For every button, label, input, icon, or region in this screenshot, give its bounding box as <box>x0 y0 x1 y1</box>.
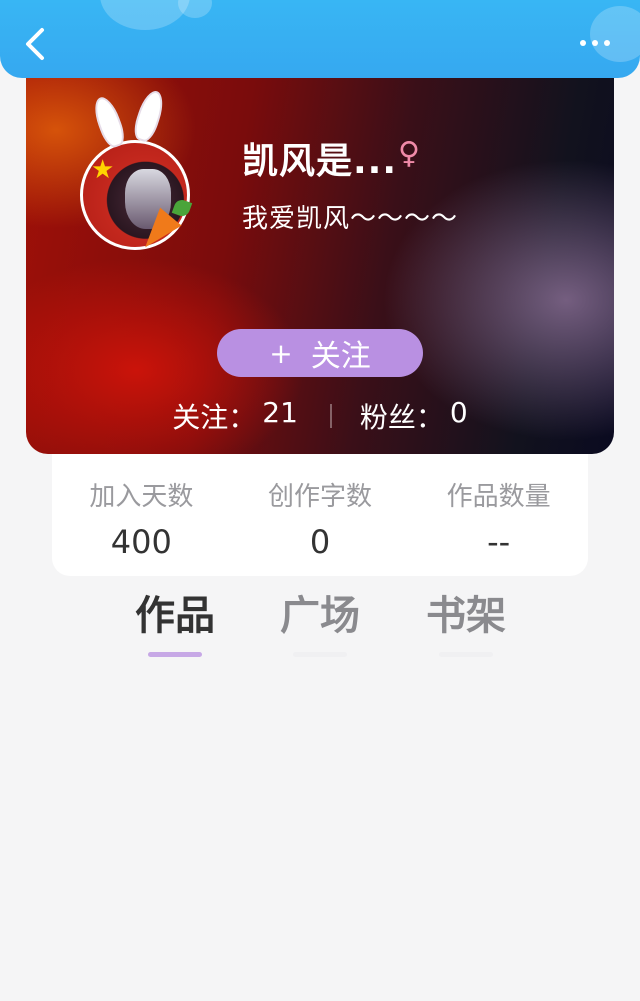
word-count-stat: 创作字数 0 <box>231 450 410 576</box>
user-stats-card: 加入天数 400 创作字数 0 作品数量 -- <box>52 450 588 576</box>
tab-bookshelf[interactable]: 书架 <box>406 588 526 657</box>
bunny-ear-decoration <box>89 93 129 151</box>
follow-button-label: 关注 <box>310 339 371 374</box>
works-count-label: 作品数量 <box>446 482 551 512</box>
back-button[interactable] <box>22 26 50 62</box>
avatar[interactable]: ★ <box>80 87 193 257</box>
bunny-ear-decoration <box>130 87 168 145</box>
profile-header-card: ★ 凯风是... ♀ 我爱凯风～～～～ + 关注 关注： 21 粉丝： 0 <box>26 70 614 454</box>
star-icon: ★ <box>91 155 115 185</box>
divider <box>329 404 332 428</box>
decor-bubble <box>590 6 640 62</box>
word-count-value: 0 <box>309 523 331 561</box>
fans-count: 0 <box>449 396 468 429</box>
follow-stats: 关注： 21 粉丝： 0 <box>26 396 614 436</box>
decor-bubble <box>178 0 212 18</box>
following-stat[interactable]: 关注： 21 <box>172 396 298 436</box>
more-options-button[interactable] <box>580 40 610 46</box>
tab-indicator <box>439 652 493 657</box>
works-count-value: -- <box>487 523 511 561</box>
decor-bubble <box>100 0 190 30</box>
username: 凯风是... <box>242 141 398 182</box>
fans-label: 粉丝： <box>359 401 444 434</box>
tab-square[interactable]: 广场 <box>260 588 380 657</box>
tab-indicator <box>293 652 347 657</box>
works-count-stat: 作品数量 -- <box>409 450 588 576</box>
following-label: 关注： <box>172 401 257 434</box>
follow-button[interactable]: + 关注 <box>217 329 423 377</box>
tab-square-label: 广场 <box>280 593 360 639</box>
female-gender-icon: ♀ <box>398 136 420 171</box>
join-days-stat: 加入天数 400 <box>52 450 231 576</box>
plus-icon: + <box>269 336 293 370</box>
join-days-value: 400 <box>110 523 172 561</box>
tab-works-label: 作品 <box>135 593 215 639</box>
user-bio: 我爱凯风～～～～ <box>242 204 459 234</box>
tab-bookshelf-label: 书架 <box>426 593 506 639</box>
tab-indicator <box>148 652 202 657</box>
tab-works[interactable]: 作品 <box>115 588 235 657</box>
content-tabs: 作品 广场 书架 <box>0 588 640 668</box>
chevron-left-icon <box>26 28 44 60</box>
join-days-label: 加入天数 <box>89 482 194 512</box>
top-bar <box>0 0 640 78</box>
more-horizontal-icon <box>580 40 586 46</box>
fans-stat[interactable]: 粉丝： 0 <box>360 396 468 436</box>
word-count-label: 创作字数 <box>268 482 373 512</box>
following-count: 21 <box>262 396 298 429</box>
